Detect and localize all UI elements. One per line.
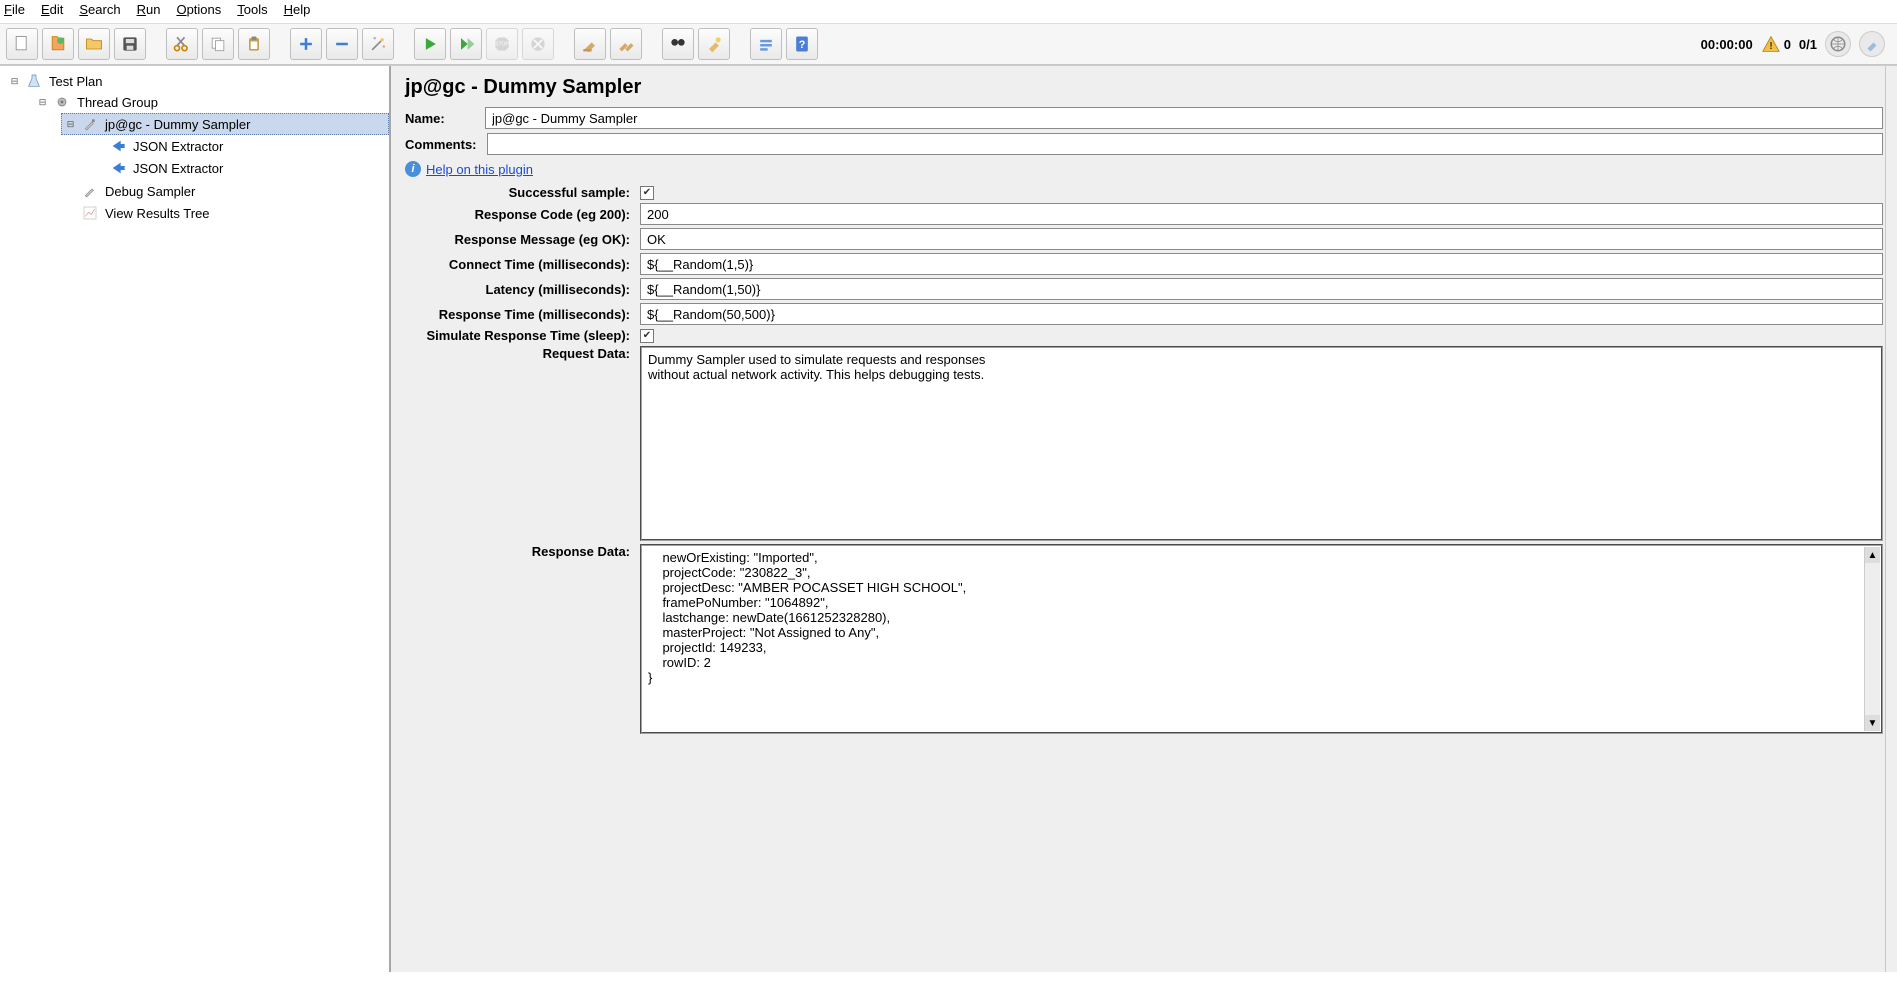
tree-dummy-sampler[interactable]: ⊟ jp@gc - Dummy Sampler — [61, 113, 389, 135]
help-link[interactable]: Help on this plugin — [426, 162, 533, 177]
panel-resizer[interactable] — [1885, 66, 1897, 972]
editor-panel: jp@gc - Dummy Sampler Name: Comments: i … — [391, 66, 1897, 972]
tree-thread-group[interactable]: ⊟ Thread Group — [34, 92, 389, 112]
svg-text:?: ? — [799, 39, 806, 51]
tree-label: jp@gc - Dummy Sampler — [105, 117, 250, 132]
arrow-icon — [109, 138, 127, 154]
response-time-field[interactable] — [640, 303, 1883, 325]
scroll-down-icon[interactable]: ▼ — [1865, 715, 1880, 731]
menubar: File Edit Search Run Options Tools Help — [0, 0, 1897, 23]
menu-edit[interactable]: Edit — [41, 2, 63, 17]
arrow-icon — [109, 160, 127, 176]
response-data-label: Response Data: — [405, 544, 630, 559]
help-button[interactable]: ? — [786, 28, 818, 60]
comments-field[interactable] — [487, 133, 1883, 155]
response-code-label: Response Code (eg 200): — [405, 207, 630, 222]
paste-button[interactable] — [238, 28, 270, 60]
tool-icon[interactable] — [1859, 31, 1885, 57]
menu-tools[interactable]: Tools — [237, 2, 267, 17]
copy-button[interactable] — [202, 28, 234, 60]
successful-checkbox[interactable] — [640, 186, 654, 200]
templates-button[interactable] — [42, 28, 74, 60]
start-no-pause-button[interactable] — [450, 28, 482, 60]
latency-label: Latency (milliseconds): — [405, 282, 630, 297]
new-button[interactable] — [6, 28, 38, 60]
request-data-field[interactable] — [642, 348, 1881, 539]
warning-icon: ! — [1761, 35, 1781, 53]
test-plan-tree[interactable]: ⊟ Test Plan ⊟ Thread Group — [0, 66, 391, 972]
tree-json-extractor-1[interactable]: · JSON Extractor — [90, 136, 389, 156]
pipette-icon — [81, 183, 99, 199]
warnings-count: 0 — [1784, 37, 1791, 52]
add-button[interactable] — [290, 28, 322, 60]
simulate-label: Simulate Response Time (sleep): — [405, 328, 630, 343]
response-msg-label: Response Message (eg OK): — [405, 232, 630, 247]
shutdown-button[interactable] — [522, 28, 554, 60]
open-button[interactable] — [78, 28, 110, 60]
request-data-label: Request Data: — [405, 346, 630, 361]
remove-button[interactable] — [326, 28, 358, 60]
svg-text:!: ! — [1769, 41, 1772, 52]
menu-run[interactable]: Run — [137, 2, 161, 17]
tree-view-results-tree[interactable]: · View Results Tree — [62, 203, 389, 223]
search-reset-button[interactable] — [698, 28, 730, 60]
tree-label: View Results Tree — [105, 206, 210, 221]
response-code-field[interactable] — [640, 203, 1883, 225]
menu-options[interactable]: Options — [176, 2, 221, 17]
connect-time-field[interactable] — [640, 253, 1883, 275]
collapse-icon[interactable]: ⊟ — [10, 77, 19, 86]
tree-label: JSON Extractor — [133, 139, 223, 154]
toolbar-status: 00:00:00 ! 0 0/1 — [1701, 31, 1891, 57]
clear-button[interactable] — [574, 28, 606, 60]
simulate-checkbox[interactable] — [640, 329, 654, 343]
menu-file[interactable]: File — [4, 2, 25, 17]
gear-icon — [53, 94, 71, 110]
latency-field[interactable] — [640, 278, 1883, 300]
search-button[interactable] — [662, 28, 694, 60]
pipette-icon — [81, 116, 99, 132]
editor-title: jp@gc - Dummy Sampler — [405, 76, 1883, 99]
thread-count: 0/1 — [1799, 37, 1817, 52]
tree-label: JSON Extractor — [133, 161, 223, 176]
response-data-field[interactable] — [642, 546, 1881, 732]
svg-text:STOP: STOP — [495, 42, 509, 48]
scroll-up-icon[interactable]: ▲ — [1865, 547, 1880, 563]
menu-search[interactable]: Search — [79, 2, 120, 17]
globe-icon[interactable] — [1825, 31, 1851, 57]
name-label: Name: — [405, 111, 475, 126]
chart-icon — [81, 205, 99, 221]
connect-time-label: Connect Time (milliseconds): — [405, 257, 630, 272]
comments-label: Comments: — [405, 137, 477, 152]
collapse-icon[interactable]: ⊟ — [38, 98, 47, 107]
save-button[interactable] — [114, 28, 146, 60]
successful-label: Successful sample: — [405, 185, 630, 200]
wand-button[interactable] — [362, 28, 394, 60]
tree-root-test-plan[interactable]: ⊟ Test Plan — [6, 71, 389, 91]
start-button[interactable] — [414, 28, 446, 60]
function-helper-button[interactable] — [750, 28, 782, 60]
timer: 00:00:00 — [1701, 37, 1753, 52]
tree-label: Test Plan — [49, 74, 102, 89]
tree-debug-sampler[interactable]: · Debug Sampler — [62, 181, 389, 201]
tree-label: Debug Sampler — [105, 184, 195, 199]
collapse-icon[interactable]: ⊟ — [66, 120, 75, 129]
clear-all-button[interactable] — [610, 28, 642, 60]
stop-button[interactable]: STOP — [486, 28, 518, 60]
warnings-indicator[interactable]: ! 0 — [1761, 35, 1791, 53]
name-field[interactable] — [485, 107, 1883, 129]
response-time-label: Response Time (milliseconds): — [405, 307, 630, 322]
info-icon: i — [405, 161, 421, 177]
response-msg-field[interactable] — [640, 228, 1883, 250]
tree-label: Thread Group — [77, 95, 158, 110]
menu-help[interactable]: Help — [284, 2, 311, 17]
toolbar: STOP ? 00:00:00 ! 0 0/1 — [0, 23, 1897, 65]
tree-json-extractor-2[interactable]: · JSON Extractor — [90, 158, 389, 178]
cut-button[interactable] — [166, 28, 198, 60]
flask-icon — [25, 73, 43, 89]
scrollbar[interactable]: ▲ ▼ — [1864, 547, 1880, 731]
